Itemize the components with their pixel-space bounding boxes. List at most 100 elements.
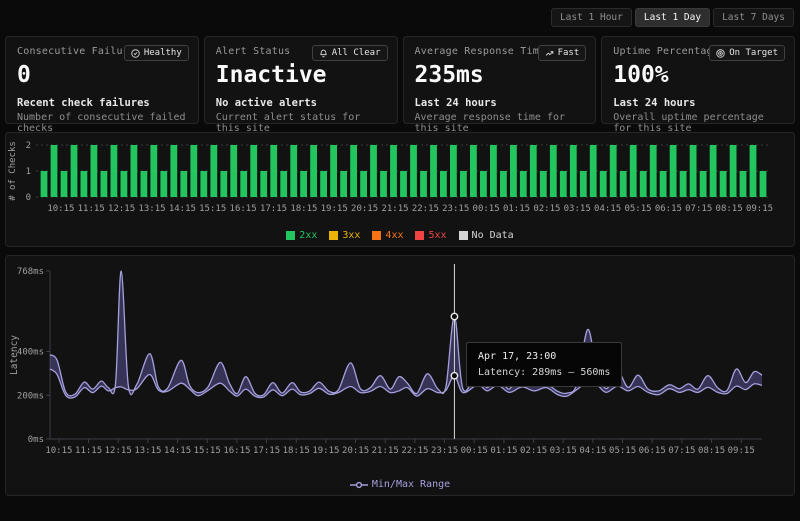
legend-label: No Data [472, 230, 514, 241]
legend-item: 2xx [286, 230, 317, 241]
x-tick-label: 03:15 [564, 204, 591, 214]
x-tick-label: 18:15 [290, 204, 317, 214]
check-bar [330, 145, 337, 197]
checks-chart-panel: 012# of Checks10:1511:1512:1513:1514:151… [5, 132, 795, 247]
latency-area-chart[interactable]: 0ms200ms400ms768msLatency10:1511:1512:15… [6, 256, 794, 478]
legend-item: No Data [459, 230, 514, 241]
check-bar [61, 171, 68, 197]
card-subtitle: Recent check failures [17, 97, 187, 109]
x-tick-label: 06:15 [639, 446, 666, 456]
check-bar [280, 171, 287, 197]
check-bar [610, 145, 617, 197]
check-bar [460, 171, 467, 197]
check-bar [760, 171, 767, 197]
range-button-1-hour[interactable]: Last 1 Hour [551, 8, 632, 27]
check-bar [320, 171, 327, 197]
card-alert-status: Alert Status All Clear Inactive No activ… [204, 36, 398, 124]
legend-label: 3xx [342, 230, 360, 241]
x-tick-label: 02:15 [520, 446, 547, 456]
check-bar [290, 145, 297, 197]
check-bar [630, 145, 637, 197]
x-tick-label: 20:15 [342, 446, 369, 456]
checks-bar-chart[interactable]: 012# of Checks10:1511:1512:1513:1514:151… [6, 133, 794, 229]
tooltip-timestamp: Apr 17, 23:00 [478, 351, 610, 362]
x-tick-label: 11:15 [78, 204, 105, 214]
legend-swatch [329, 231, 338, 240]
x-tick-label: 12:15 [108, 204, 135, 214]
uptime-dashboard: Last 1 Hour Last 1 Day Last 7 Days Conse… [0, 0, 800, 521]
y-tick-label: 0ms [28, 435, 44, 445]
trending-up-icon [545, 49, 554, 58]
y-axis-title: # of Checks [8, 141, 18, 201]
range-button-1-day[interactable]: Last 1 Day [635, 8, 710, 27]
x-tick-label: 00:15 [473, 204, 500, 214]
legend-swatch [459, 231, 468, 240]
x-tick-label: 20:15 [351, 204, 378, 214]
y-tick-label: 768ms [17, 267, 44, 277]
status-badge: All Clear [312, 45, 388, 61]
x-tick-label: 23:15 [431, 446, 458, 456]
card-description: Overall uptime percentage for this site [613, 112, 783, 134]
check-bar [560, 171, 567, 197]
latency-chart-panel: 0ms200ms400ms768msLatency10:1511:1512:15… [5, 255, 795, 496]
check-bar [200, 171, 207, 197]
card-subtitle: No active alerts [216, 97, 386, 109]
legend-item: Min/Max Range [350, 479, 450, 490]
check-bar [420, 171, 427, 197]
y-axis-title: Latency [9, 335, 20, 375]
x-tick-label: 19:15 [312, 446, 339, 456]
checks-chart-legend: 2xx3xx4xx5xxNo Data [6, 229, 794, 246]
check-bar [470, 145, 477, 197]
check-bar [310, 145, 317, 197]
check-bar [530, 145, 537, 197]
check-bar [580, 171, 587, 197]
x-tick-label: 15:15 [194, 446, 221, 456]
max-point-marker [451, 313, 457, 319]
check-bar [180, 171, 187, 197]
check-bar [570, 145, 577, 197]
check-bar [300, 171, 307, 197]
check-bar [670, 145, 677, 197]
legend-swatch [286, 231, 295, 240]
x-tick-label: 23:15 [442, 204, 469, 214]
check-bar [740, 171, 747, 197]
y-tick-label: 1 [26, 167, 31, 177]
y-tick-label: 400ms [17, 348, 44, 358]
x-tick-label: 04:15 [579, 446, 606, 456]
status-badge: On Target [709, 45, 785, 61]
check-bar [250, 145, 257, 197]
x-tick-label: 10:15 [47, 204, 74, 214]
legend-swatch [415, 231, 424, 240]
status-badge: Fast [538, 45, 587, 61]
min-point-marker [451, 373, 457, 379]
check-bar [410, 145, 417, 197]
badge-label: All Clear [332, 48, 381, 58]
check-bar [640, 171, 647, 197]
x-tick-label: 13:15 [134, 446, 161, 456]
check-bar [160, 171, 167, 197]
card-description: Number of consecutive failed checks [17, 112, 187, 134]
stat-cards-row: Consecutive Failures Healthy 0 Recent ch… [5, 36, 795, 124]
bell-icon [319, 49, 328, 58]
x-tick-label: 09:15 [728, 446, 755, 456]
legend-label: 5xx [428, 230, 446, 241]
time-range-selector: Last 1 Hour Last 1 Day Last 7 Days [5, 8, 794, 27]
x-tick-label: 22:15 [401, 446, 428, 456]
check-bar [370, 145, 377, 197]
card-uptime-percentage: Uptime Percentage On Target 100% Last 24… [601, 36, 795, 124]
check-bar [620, 171, 627, 197]
check-bar [730, 145, 737, 197]
card-average-response-time: Average Response Time Fast 235ms Last 24… [403, 36, 597, 124]
check-bar [540, 171, 547, 197]
check-bar [650, 145, 657, 197]
check-bar [450, 145, 457, 197]
check-bar [520, 171, 527, 197]
x-tick-label: 04:15 [594, 204, 621, 214]
check-bar [660, 171, 667, 197]
badge-label: Healthy [144, 48, 182, 58]
x-tick-label: 15:15 [199, 204, 226, 214]
range-button-7-days[interactable]: Last 7 Days [713, 8, 794, 27]
check-bar [270, 145, 277, 197]
check-bar [340, 171, 347, 197]
check-bar [210, 145, 217, 197]
